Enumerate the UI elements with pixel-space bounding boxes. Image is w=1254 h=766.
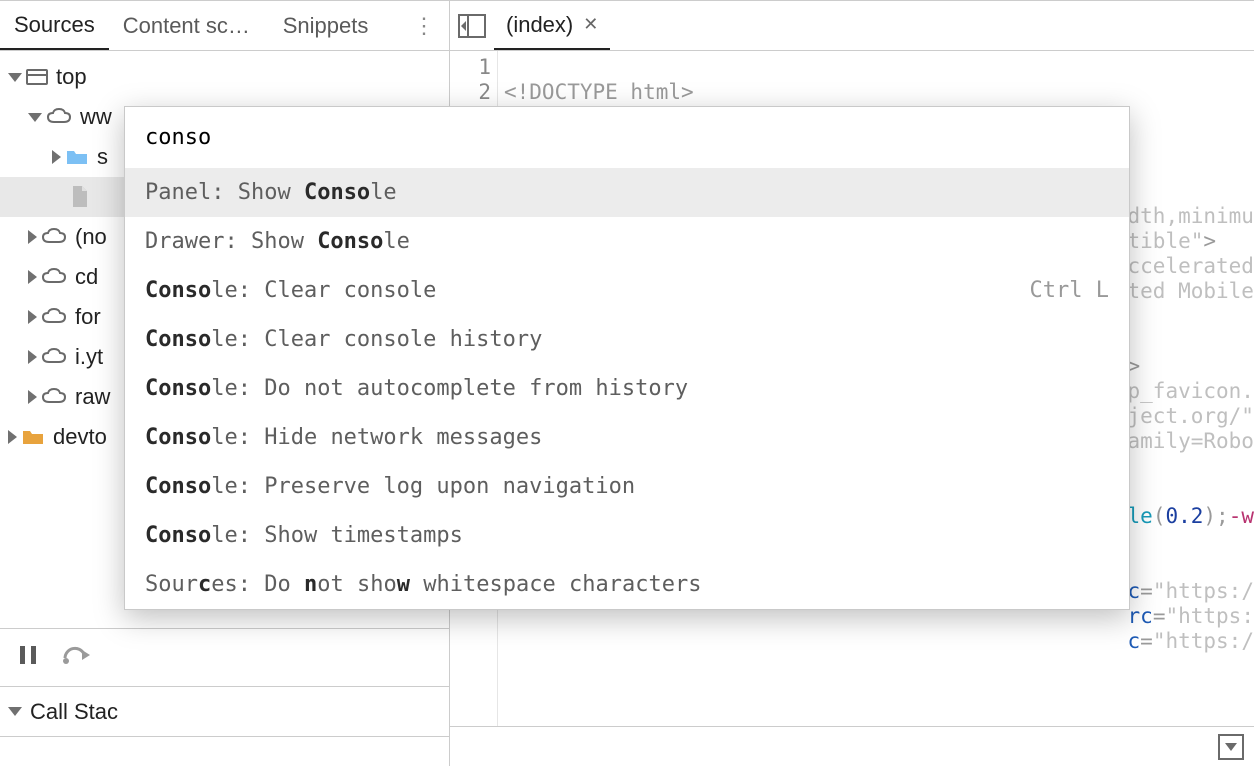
cloud-icon [41, 347, 67, 367]
command-menu-item-text: Drawer: Show Console [145, 229, 1109, 254]
debugger-toolbar [0, 628, 449, 686]
editor-footer [450, 726, 1254, 766]
command-menu-item-text: Console: Hide network messages [145, 425, 1109, 450]
editor-tab-label: (index) [506, 12, 573, 38]
command-menu-item-text: Sources: Do not show whitespace characte… [145, 572, 1109, 597]
command-menu-item-text: Console: Preserve log upon navigation [145, 474, 1109, 499]
command-menu-item[interactable]: Console: Preserve log upon navigation [125, 462, 1129, 511]
left-footer [0, 736, 449, 766]
tree-label: (no [75, 224, 107, 250]
editor-tabbar: (index) ✕ [450, 1, 1254, 51]
chevron-right-icon [28, 270, 37, 284]
command-menu-item[interactable]: Console: Clear console history [125, 315, 1129, 364]
callstack-label: Call Stac [30, 699, 118, 725]
code-fragments: dth,minimu tible"> ccelerated ted Mobile… [1128, 179, 1254, 654]
cloud-icon [41, 307, 67, 327]
tab-sources[interactable]: Sources [0, 2, 109, 50]
command-menu-item-text: Console: Clear console history [145, 327, 1109, 352]
tab-snippets[interactable]: Snippets [269, 3, 383, 49]
tree-label: for [75, 304, 101, 330]
more-tabs-icon[interactable]: ⋮ [399, 13, 449, 39]
close-icon[interactable]: ✕ [583, 14, 598, 35]
command-menu-shortcut: Ctrl L [1030, 278, 1109, 303]
command-menu-item-text: Console: Show timestamps [145, 523, 1109, 548]
chevron-down-icon [8, 73, 22, 82]
tree-label: cd [75, 264, 98, 290]
command-menu-item[interactable]: Console: Do not autocomplete from histor… [125, 364, 1129, 413]
chevron-down-icon [8, 707, 22, 716]
command-menu-item[interactable]: Console: Show timestamps [125, 511, 1129, 560]
command-menu-item-text: Panel: Show Console [145, 180, 1109, 205]
chevron-down-icon [28, 113, 42, 122]
cloud-icon [41, 227, 67, 247]
chevron-right-icon [52, 150, 61, 164]
tree-label: top [56, 64, 87, 90]
callstack-section[interactable]: Call Stac [0, 686, 449, 736]
chevron-right-icon [28, 390, 37, 404]
tree-label: raw [75, 384, 110, 410]
cloud-icon [46, 107, 72, 127]
tree-label: devto [53, 424, 107, 450]
left-tabbar: Sources Content scr… Snippets ⋮ [0, 1, 449, 51]
command-menu-item[interactable]: Drawer: Show Console [125, 217, 1129, 266]
tree-label: ww [80, 104, 112, 130]
command-menu-item[interactable]: Sources: Do not show whitespace characte… [125, 560, 1129, 609]
chevron-right-icon [8, 430, 17, 444]
command-menu: Panel: Show Console Drawer: Show Console C… [124, 106, 1130, 610]
tab-content-scripts[interactable]: Content scr… [109, 3, 269, 49]
folder-icon [65, 147, 89, 167]
tree-label: i.yt [75, 344, 103, 370]
folder-icon [21, 427, 45, 447]
editor-tab-index[interactable]: (index) ✕ [494, 2, 610, 50]
frame-icon [26, 67, 48, 87]
step-over-icon[interactable] [62, 644, 92, 672]
chevron-right-icon [28, 310, 37, 324]
pause-icon[interactable] [18, 644, 38, 672]
chevron-right-icon [28, 350, 37, 364]
command-menu-item[interactable]: Panel: Show Console [125, 168, 1129, 217]
command-menu-item-text: Console: Clear console [145, 278, 1030, 303]
tree-label: s [97, 144, 108, 170]
command-menu-item-text: Console: Do not autocomplete from histor… [145, 376, 1109, 401]
command-menu-list: Panel: Show Console Drawer: Show Console C… [125, 168, 1129, 609]
cloud-icon [41, 387, 67, 407]
cloud-icon [41, 267, 67, 287]
pretty-print-icon[interactable] [1218, 734, 1244, 760]
command-menu-item[interactable]: Console: Clear consoleCtrl L [125, 266, 1129, 315]
line-number: 2 [450, 80, 491, 105]
toggle-navigator-icon[interactable] [458, 14, 486, 38]
file-icon [70, 185, 90, 209]
chevron-right-icon [28, 230, 37, 244]
command-menu-item[interactable]: Console: Hide network messages [125, 413, 1129, 462]
line-number: 1 [450, 55, 491, 80]
command-menu-input[interactable] [125, 107, 1129, 168]
tree-row-top[interactable]: top [0, 57, 449, 97]
